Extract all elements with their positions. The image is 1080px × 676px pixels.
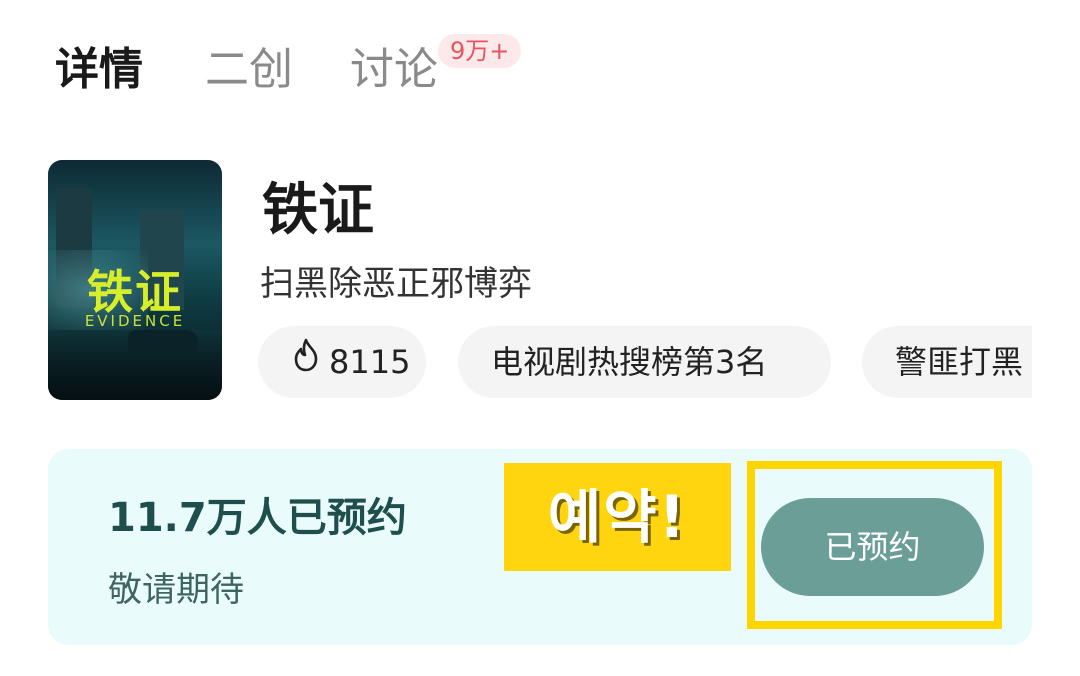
poster-image[interactable]: 铁证 EVIDENCE — [48, 160, 222, 400]
show-subtitle: 扫黑除恶正邪博弈 — [260, 264, 532, 304]
discussion-count-badge: 9万+ — [438, 34, 522, 68]
ranking-chip[interactable]: 电视剧热搜榜第3名 — [458, 326, 831, 398]
tab-derivative[interactable]: 二创 — [205, 40, 293, 100]
reserve-sticker: 예약! — [504, 463, 731, 571]
reservation-status: 敬请期待 — [108, 570, 244, 610]
reserved-button[interactable]: 已预约 — [761, 498, 984, 596]
tag-chips: 8115 电视剧热搜榜第3名 警匪打黑 — [258, 326, 1032, 398]
poster-english-art: EVIDENCE — [84, 312, 186, 330]
tab-details[interactable]: 详情 — [55, 40, 143, 100]
show-title: 铁证 — [262, 178, 374, 243]
fire-icon — [291, 326, 321, 397]
poster-car — [128, 330, 198, 352]
tab-discussion[interactable]: 讨论 — [350, 40, 438, 100]
genre-chip[interactable]: 警匪打黑 — [862, 326, 1032, 398]
heat-chip[interactable]: 8115 — [258, 326, 426, 398]
heat-value: 8115 — [329, 343, 411, 381]
reservation-count: 11.7万人已预约 — [108, 495, 407, 541]
